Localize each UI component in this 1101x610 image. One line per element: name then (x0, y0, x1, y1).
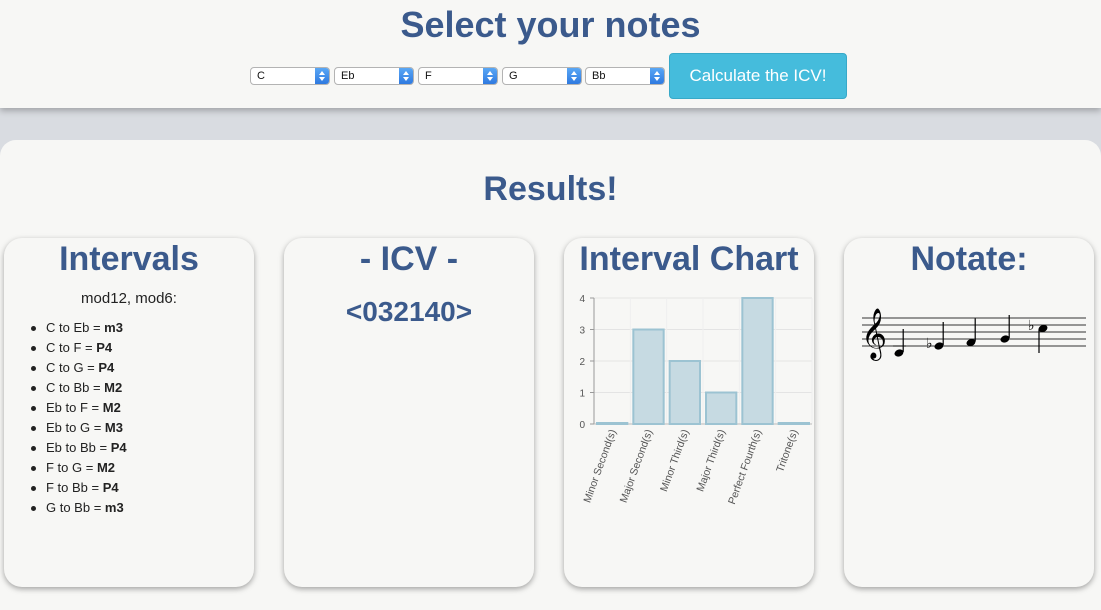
note-select-value: C (257, 70, 265, 82)
bar (705, 391, 738, 425)
intervals-title: Intervals (59, 240, 199, 278)
list-item: C to Bb = M2 (31, 378, 127, 398)
x-tick-label: Perfect Fourth(s) (726, 428, 764, 506)
note-bb: ♭ (1028, 318, 1048, 353)
page-title: Select your notes (400, 4, 701, 45)
y-tick-label: 0 (579, 420, 585, 431)
select-arrows-icon (650, 68, 664, 84)
interval-label: Eb to Bb = (46, 440, 111, 455)
select-arrows-icon (567, 68, 581, 84)
bar (632, 328, 665, 425)
interval-value: P4 (96, 340, 113, 355)
interval-label: C to G = (46, 360, 99, 375)
list-item: F to G = M2 (31, 458, 127, 478)
music-staff: 𝄞 ♭ ♭ (861, 308, 1086, 361)
note-f (966, 318, 976, 347)
results-title: Results! (483, 170, 618, 208)
note-select-value: Bb (592, 70, 606, 82)
notate-card: Notate: 𝄞 ♭ ♭ (844, 238, 1094, 587)
icv-card: - ICV - <032140> (284, 238, 534, 587)
interval-value: P4 (98, 360, 115, 375)
select-arrows-icon (315, 68, 329, 84)
interval-value: P4 (110, 440, 127, 455)
note-select-1[interactable]: C (250, 67, 330, 85)
list-item: Eb to F = M2 (31, 398, 127, 418)
flat-icon: ♭ (1028, 318, 1035, 334)
x-tick-label: Major Second(s) (618, 428, 656, 504)
chart-title: Interval Chart (579, 240, 799, 278)
select-arrows-icon (483, 68, 497, 84)
note-select-5[interactable]: Bb (585, 67, 665, 85)
y-tick-label: 1 (579, 389, 585, 400)
interval-chart-card: Interval Chart 0 1 2 3 4 Minor Second(s) Major… (564, 238, 814, 587)
interval-value: M3 (104, 420, 123, 435)
list-item: Eb to Bb = P4 (31, 438, 127, 458)
interval-value: M2 (96, 460, 115, 475)
note-selection-header: Select your notes C Eb F G Bb Calculate … (0, 0, 1101, 108)
interval-label: F to G = (46, 460, 97, 475)
calculate-icv-button[interactable]: Calculate the ICV! (669, 53, 847, 99)
list-item: C to G = P4 (31, 358, 127, 378)
note-select-value: F (425, 70, 432, 82)
note-select-2[interactable]: Eb (334, 67, 414, 85)
note-c (893, 329, 906, 357)
bar (596, 422, 629, 425)
interval-bar-chart: 0 1 2 3 4 Minor Second(s)Major Second(s) Minor… (579, 294, 813, 506)
x-tick-label: Minor Second(s) (581, 428, 619, 504)
interval-label: G to Bb = (46, 500, 105, 515)
intervals-card: Intervals mod12, mod6: C to Eb = m3 C to… (4, 238, 254, 587)
note-select-value: Eb (341, 70, 355, 82)
select-arrows-icon (399, 68, 413, 84)
list-item: Eb to G = M3 (31, 418, 127, 438)
list-item: G to Bb = m3 (31, 498, 127, 518)
x-tick-label: Major Third(s) (694, 428, 728, 493)
y-tick-label: 2 (579, 357, 585, 368)
interval-value: M2 (102, 400, 121, 415)
y-tick-label: 4 (579, 294, 585, 305)
note-select-value: G (509, 70, 518, 82)
note-select-4[interactable]: G (502, 67, 582, 85)
interval-value: P4 (102, 480, 119, 495)
list-item: C to Eb = m3 (31, 318, 127, 338)
interval-value: M2 (104, 380, 123, 395)
bar (668, 360, 701, 425)
flat-icon: ♭ (926, 336, 933, 352)
interval-label: C to F = (46, 340, 97, 355)
icv-title: - ICV - (359, 240, 459, 278)
intervals-subtitle: mod12, mod6: (81, 290, 177, 307)
bar (741, 297, 774, 425)
note-select-3[interactable]: F (418, 67, 498, 85)
interval-label: C to Eb = (46, 320, 105, 335)
interval-value: m3 (104, 320, 123, 335)
interval-label: Eb to F = (46, 400, 103, 415)
interval-label: Eb to G = (46, 420, 105, 435)
interval-label: C to Bb = (46, 380, 105, 395)
interval-value: m3 (104, 500, 124, 515)
x-tick-label: Minor Third(s) (658, 428, 692, 493)
y-tick-label: 3 (579, 326, 585, 337)
treble-clef-icon: 𝄞 (861, 308, 887, 361)
list-item: C to F = P4 (31, 338, 127, 358)
bar (777, 422, 811, 425)
notate-title: Notate: (910, 240, 1028, 278)
x-tick-label: Tritone(s) (774, 428, 801, 474)
icv-value: <032140> (345, 296, 473, 327)
interval-list: C to Eb = m3 C to F = P4 C to G = P4 C t… (31, 318, 127, 518)
note-eb: ♭ (926, 322, 944, 352)
list-item: F to Bb = P4 (31, 478, 127, 498)
note-g (1000, 315, 1010, 343)
interval-label: F to Bb = (46, 480, 103, 495)
